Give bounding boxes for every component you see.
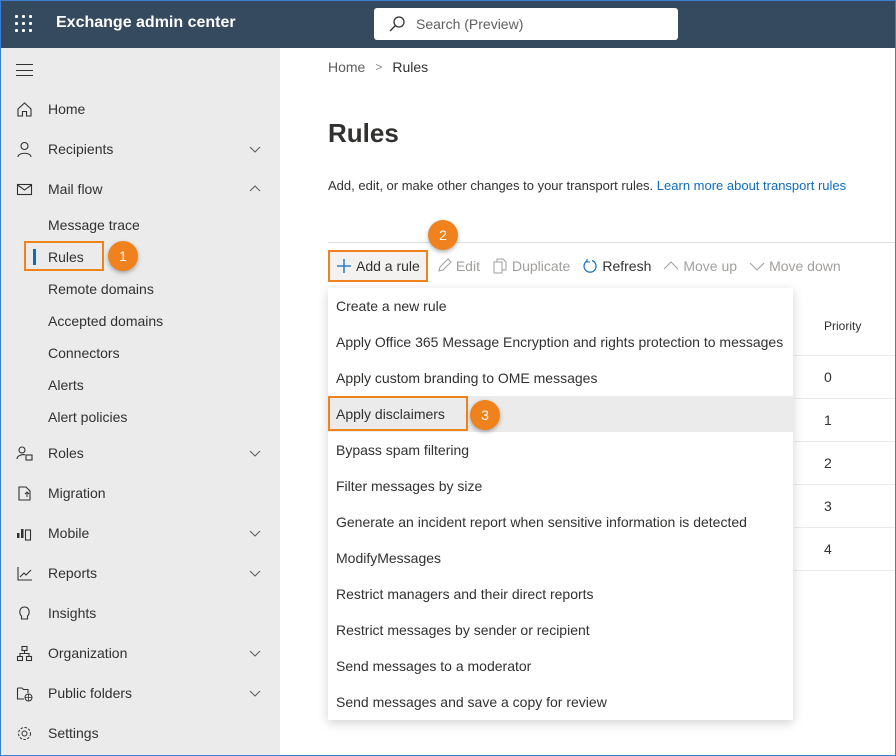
migration-icon: [16, 485, 33, 502]
step-badge-3: 3: [470, 400, 500, 430]
table-row[interactable]: 2: [794, 442, 896, 485]
sidebar-item-home[interactable]: Home: [0, 89, 280, 129]
breadcrumb-current: Rules: [392, 59, 429, 75]
app-title[interactable]: Exchange admin center: [56, 14, 236, 32]
search-box[interactable]: Search (Preview): [374, 8, 678, 40]
toolbar-divider: [328, 242, 896, 243]
chevron-up-icon[interactable]: [248, 182, 262, 196]
chevron-down-icon[interactable]: [248, 142, 262, 156]
chevron-up-icon: [664, 261, 679, 270]
menu-item-create-new-rule[interactable]: Create a new rule: [328, 288, 793, 324]
sidebar-item-roles[interactable]: Roles: [0, 433, 280, 473]
chevron-down-icon[interactable]: [248, 526, 262, 540]
menu-item-bypass-spam[interactable]: Bypass spam filtering: [328, 432, 793, 468]
sidebar-subitem-accepted-domains[interactable]: Accepted domains: [0, 305, 280, 337]
priority-column-header[interactable]: Priority: [794, 296, 896, 356]
page-title: Rules: [328, 118, 399, 148]
sidebar-subitem-remote-domains[interactable]: Remote domains: [0, 273, 280, 305]
menu-item-custom-branding[interactable]: Apply custom branding to OME messages: [328, 360, 793, 396]
table-row[interactable]: 3: [794, 485, 896, 528]
chart-icon: [16, 565, 33, 582]
edit-button[interactable]: Edit: [430, 250, 486, 282]
plus-icon: [337, 259, 351, 273]
rules-highlight-box: [24, 241, 104, 271]
add-rule-dropdown-menu: Create a new rule Apply Office 365 Messa…: [328, 288, 793, 720]
mail-icon: [16, 181, 33, 198]
menu-item-modify-messages[interactable]: ModifyMessages: [328, 540, 793, 576]
command-bar: Add a rule Edit Duplicate Refresh Move u…: [328, 250, 847, 282]
refresh-icon: [583, 259, 597, 273]
sidebar-subitem-connectors[interactable]: Connectors: [0, 337, 280, 369]
chevron-down-icon[interactable]: [248, 446, 262, 460]
selected-indicator: [33, 249, 36, 265]
sidebar-subitem-alert-policies[interactable]: Alert policies: [0, 401, 280, 433]
chevron-right-icon: >: [375, 60, 383, 74]
app-launcher-icon[interactable]: [15, 15, 33, 33]
sidebar-item-recipients[interactable]: Recipients: [0, 129, 280, 169]
top-bar: Exchange admin center Search (Preview): [0, 0, 896, 48]
org-icon: [16, 645, 33, 662]
move-up-button[interactable]: Move up: [657, 250, 743, 282]
public-folder-icon: [16, 685, 33, 702]
sidebar-subitem-alerts[interactable]: Alerts: [0, 369, 280, 401]
sidebar-item-organization[interactable]: Organization: [0, 633, 280, 673]
person-icon: [16, 141, 33, 158]
hamburger-menu-icon[interactable]: [16, 64, 33, 76]
add-rule-button[interactable]: Add a rule: [328, 250, 428, 282]
chevron-down-icon[interactable]: [248, 646, 262, 660]
chevron-down-icon[interactable]: [248, 566, 262, 580]
gear-icon: [16, 725, 33, 742]
menu-item-restrict-managers[interactable]: Restrict managers and their direct repor…: [328, 576, 793, 612]
breadcrumb: Home > Rules: [328, 59, 428, 75]
home-icon: [16, 101, 33, 118]
duplicate-button[interactable]: Duplicate: [486, 250, 576, 282]
copy-icon: [493, 258, 507, 274]
menu-item-filter-size[interactable]: Filter messages by size: [328, 468, 793, 504]
search-icon: [389, 16, 405, 32]
move-down-button[interactable]: Move down: [743, 250, 847, 282]
rules-table-priority-column: Priority 0 1 2 3 4: [794, 296, 896, 571]
disclaimers-highlight-box: [328, 396, 468, 431]
menu-item-save-copy[interactable]: Send messages and save a copy for review: [328, 684, 793, 720]
table-row[interactable]: 0: [794, 356, 896, 399]
breadcrumb-home[interactable]: Home: [328, 59, 365, 75]
chevron-down-icon: [749, 262, 765, 271]
learn-more-link[interactable]: Learn more about transport rules: [657, 178, 846, 193]
page-description: Add, edit, or make other changes to your…: [328, 178, 847, 193]
refresh-button[interactable]: Refresh: [576, 250, 657, 282]
lightbulb-icon: [16, 605, 33, 622]
table-row[interactable]: 4: [794, 528, 896, 571]
sidebar-item-settings[interactable]: Settings: [0, 713, 280, 753]
step-badge-2: 2: [428, 220, 458, 250]
sidebar-item-mail-flow[interactable]: Mail flow: [0, 169, 280, 209]
mobile-icon: [16, 525, 33, 542]
search-input[interactable]: Search (Preview): [416, 16, 523, 32]
menu-item-moderator[interactable]: Send messages to a moderator: [328, 648, 793, 684]
chevron-down-icon[interactable]: [248, 686, 262, 700]
sidebar-item-mobile[interactable]: Mobile: [0, 513, 280, 553]
sidebar-subitem-message-trace[interactable]: Message trace: [0, 209, 280, 241]
sidebar-item-reports[interactable]: Reports: [0, 553, 280, 593]
pencil-icon: [438, 258, 452, 272]
sidebar: Home Recipients Mail flow Message trace …: [0, 48, 280, 756]
menu-item-restrict-sender[interactable]: Restrict messages by sender or recipient: [328, 612, 793, 648]
menu-item-apply-ome[interactable]: Apply Office 365 Message Encryption and …: [328, 324, 793, 360]
sidebar-item-insights[interactable]: Insights: [0, 593, 280, 633]
roles-icon: [16, 445, 33, 462]
step-badge-1: 1: [108, 241, 138, 271]
table-row[interactable]: 1: [794, 399, 896, 442]
menu-item-incident-report[interactable]: Generate an incident report when sensiti…: [328, 504, 793, 540]
sidebar-item-migration[interactable]: Migration: [0, 473, 280, 513]
sidebar-item-public-folders[interactable]: Public folders: [0, 673, 280, 713]
